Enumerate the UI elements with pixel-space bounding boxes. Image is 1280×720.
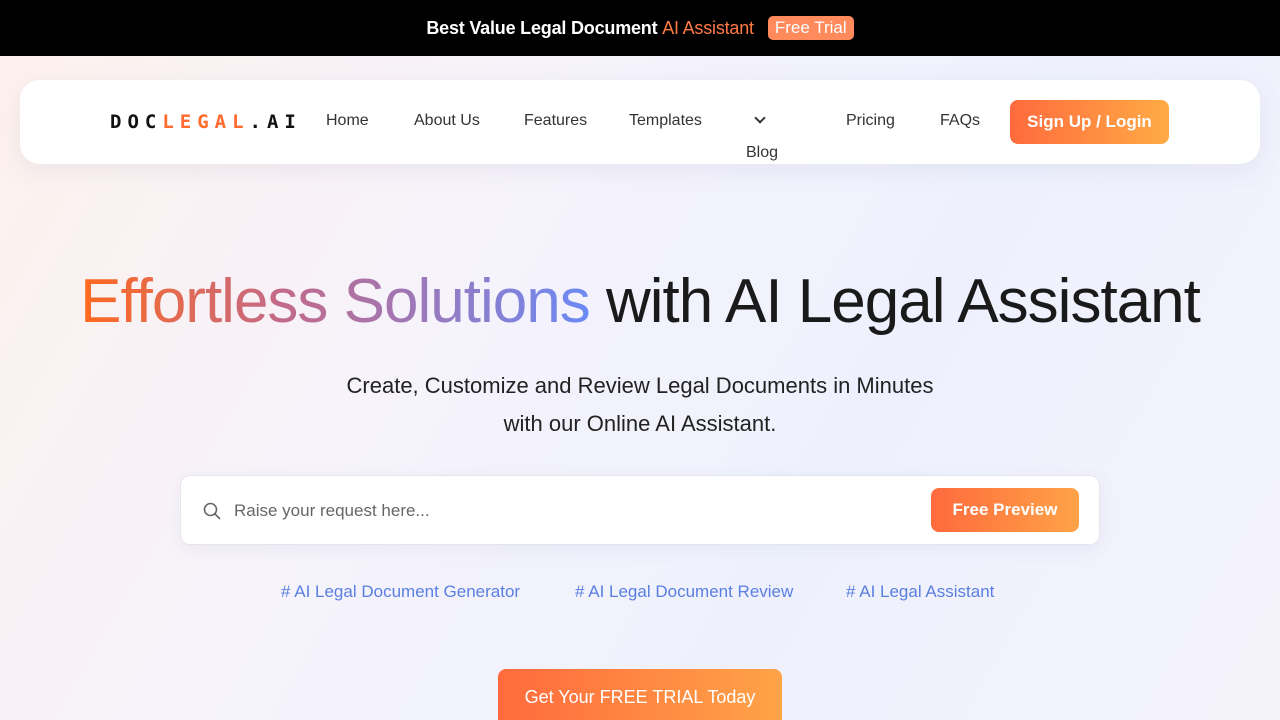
- promo-message: Best Value Legal Document AI Assistant: [426, 17, 754, 38]
- request-search-bar[interactable]: Raise your request here... Free Preview: [180, 475, 1100, 545]
- hero-subtitle: Create, Customize and Review Legal Docum…: [346, 373, 934, 436]
- signup-login-button[interactable]: Sign Up / Login: [1010, 100, 1169, 144]
- promo-banner: Best Value Legal Document AI Assistant F…: [0, 0, 1280, 56]
- hero-title-rest: with AI Legal Assistant: [589, 267, 1201, 336]
- hero-title-gradient: Effortless Solutions: [80, 267, 591, 336]
- nav-templates[interactable]: Templates: [629, 112, 702, 130]
- tag-ai-legal-document-review[interactable]: # AI Legal Document Review: [575, 582, 793, 602]
- search-input[interactable]: Raise your request here...: [234, 501, 430, 521]
- nav-about-us[interactable]: About Us: [414, 112, 480, 130]
- nav-faqs[interactable]: FAQs: [940, 112, 980, 130]
- tag-ai-legal-assistant[interactable]: # AI Legal Assistant: [846, 582, 994, 602]
- tag-ai-legal-document-generator[interactable]: # AI Legal Document Generator: [281, 582, 520, 602]
- free-trial-badge[interactable]: Free Trial: [767, 16, 854, 40]
- nav-pricing[interactable]: Pricing: [846, 112, 895, 130]
- nav-features[interactable]: Features: [524, 112, 587, 130]
- main-navbar: DOC LEGAL .AI Home About Us Features Templ…: [20, 80, 1260, 164]
- free-preview-button[interactable]: Free Preview: [931, 488, 1079, 532]
- nav-home[interactable]: Home: [326, 112, 369, 130]
- search-icon: [203, 502, 221, 520]
- promo-highlight: AI Assistant: [662, 17, 754, 38]
- chevron-down-icon: [754, 112, 766, 124]
- hero-title: Effortless Solutions with AI Legal Assis…: [0, 262, 1280, 342]
- nav-blog[interactable]: Blog: [746, 112, 778, 161]
- free-trial-cta-button[interactable]: Get Your FREE TRIAL Today: [498, 669, 782, 720]
